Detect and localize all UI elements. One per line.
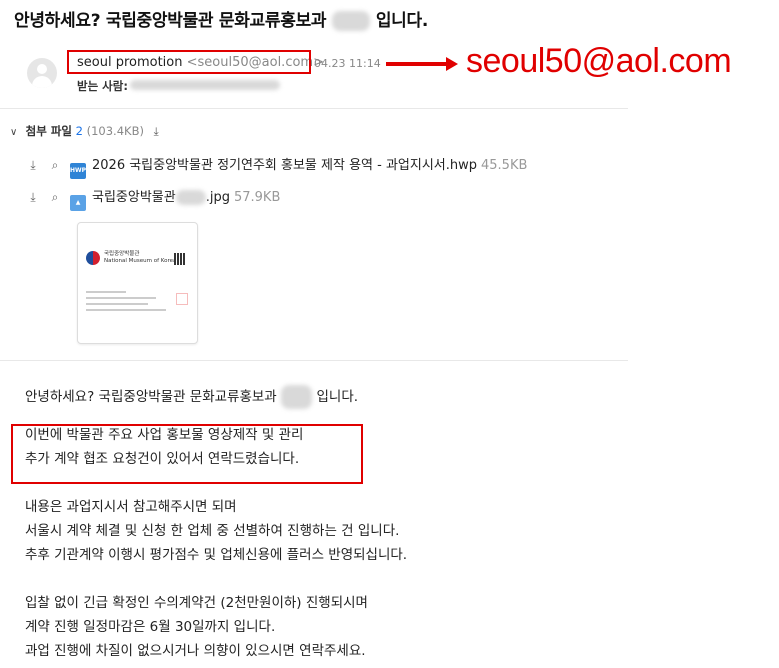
chevron-down-icon[interactable]: ∨: [10, 127, 22, 138]
attachment-item[interactable]: ⤓ ⌕ ▲ 국립중앙박물관███.jpg57.9KB: [26, 186, 280, 211]
redacted-name: ███: [281, 385, 313, 409]
greeting-text: 안녕하세요? 국립중앙박물관 문화교류홍보과: [25, 389, 277, 405]
qr-code-icon: [174, 253, 186, 265]
attachment-total-size: (103.4KB): [86, 124, 144, 138]
attachment-extension: .jpg: [205, 190, 230, 205]
preview-text-line: [86, 297, 156, 299]
body-line: 서울시 계약 체결 및 신청 한 업체 중 선별하여 진행하는 건 입니다.: [25, 523, 400, 539]
preview-org-name: 국립중앙박물관 National Museum of Korea: [104, 251, 176, 265]
greeting-suffix: 입니다.: [312, 389, 359, 405]
preview-org-ko: 국립중앙박물관: [104, 251, 140, 257]
attachment-name[interactable]: 국립중앙박물관: [92, 190, 176, 205]
subject-text: 안녕하세요? 국립중앙박물관 문화교류홍보과: [14, 11, 327, 31]
annotation-callout: seoul50@aol.com: [466, 42, 732, 80]
attachment-preview-thumbnail[interactable]: 국립중앙박물관 National Museum of Korea: [77, 222, 198, 344]
body-line: 내용은 과업지시서 참고해주시면 되며: [25, 499, 237, 515]
body-line: 추후 기관계약 이행시 평가점수 및 업체신용에 플러스 반영되십니다.: [25, 547, 408, 563]
attachment-title: 첨부 파일: [25, 124, 72, 138]
attachment-item[interactable]: ⤓ ⌕ HWP 2026 국립중앙박물관 정기연주회 홍보물 제작 용역 - 과업지시…: [26, 154, 527, 179]
download-icon[interactable]: ⤓: [26, 190, 40, 205]
avatar-body-icon: [32, 76, 52, 88]
sender-highlight-box: [67, 50, 311, 74]
attachment-header[interactable]: ∨ 첨부 파일 2 (103.4KB) ⤓: [10, 123, 159, 139]
body-highlight-box: [11, 424, 363, 484]
body-greeting: 안녕하세요? 국립중앙박물관 문화교류홍보과 ███ 입니다.: [25, 385, 407, 409]
body-line: 입찰 없이 긴급 확정인 수의계약건 (2천만원이하) 진행되시며: [25, 595, 368, 611]
to-label: 받는 사람:: [77, 79, 128, 93]
sender-avatar[interactable]: [27, 58, 57, 88]
preview-search-icon[interactable]: ⌕: [48, 190, 62, 205]
redacted-name: ███: [175, 190, 206, 205]
body-line: 계약 진행 일정마감은 6월 30일까지 입니다.: [25, 619, 276, 635]
attachment-size: 45.5KB: [481, 158, 528, 173]
attachment-count: 2: [75, 124, 83, 138]
arrow-right-icon: [446, 57, 458, 71]
redacted-name: ███: [331, 11, 371, 31]
body-line: 과업 진행에 차질이 없으시거나 의향이 있으시면 연락주세요.: [25, 643, 366, 659]
preview-search-icon[interactable]: ⌕: [48, 158, 62, 173]
avatar-head-icon: [37, 64, 47, 74]
preview-text-line: [86, 309, 166, 311]
hwp-file-icon: HWP: [70, 163, 86, 179]
email-view: 안녕하세요? 국립중앙박물관 문화교류홍보과 ███ 입니다. seoul pr…: [0, 0, 628, 668]
subject-suffix: 입니다.: [370, 11, 429, 31]
email-date: 04.23 11:14: [314, 57, 381, 70]
preview-stamp: [176, 293, 188, 305]
preview-text-line: [86, 303, 148, 305]
download-all-icon[interactable]: ⤓: [154, 124, 159, 138]
attachment-size: 57.9KB: [233, 190, 281, 205]
header-divider: [0, 108, 628, 109]
preview-org-en: National Museum of Korea: [104, 258, 177, 264]
download-icon[interactable]: ⤓: [26, 158, 40, 173]
attachment-divider: [0, 360, 628, 361]
to-value-redacted: ██████████: [130, 80, 280, 90]
image-file-icon: ▲: [70, 195, 86, 211]
annotation-arrow-line: [386, 62, 448, 66]
preview-text-line: [86, 291, 126, 293]
museum-emblem-icon: [86, 251, 100, 265]
email-subject: 안녕하세요? 국립중앙박물관 문화교류홍보과 ███ 입니다.: [14, 6, 428, 31]
attachment-name[interactable]: 2026 국립중앙박물관 정기연주회 홍보물 제작 용역 - 과업지시서.hwp: [92, 158, 477, 173]
